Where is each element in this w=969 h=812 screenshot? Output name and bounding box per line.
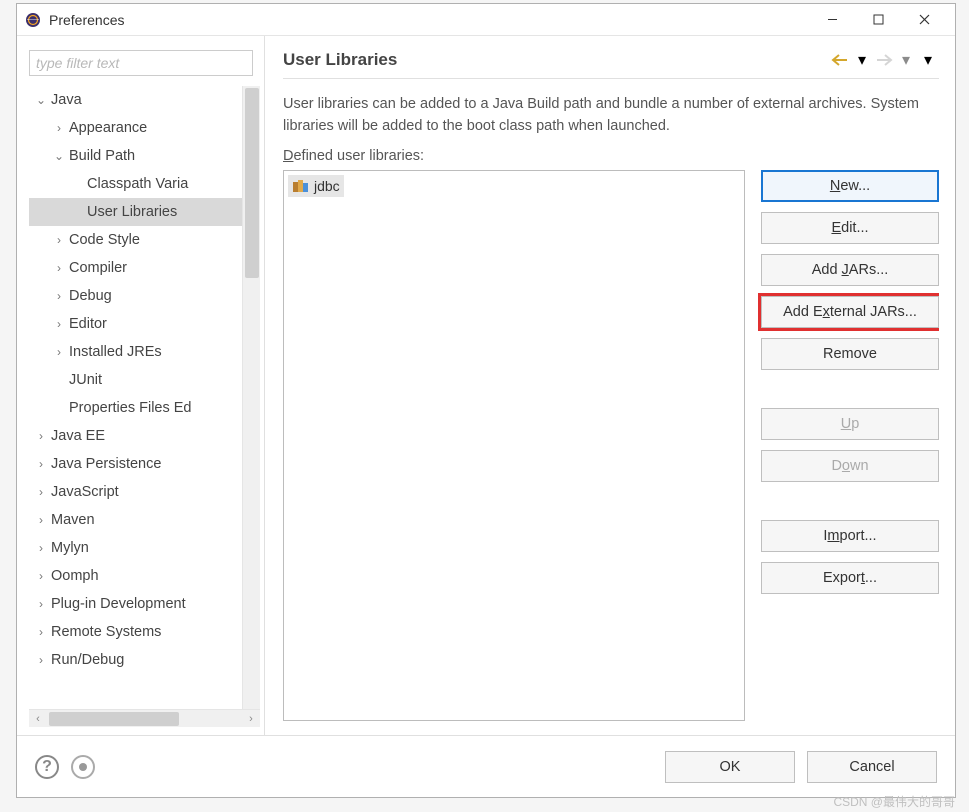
library-icon <box>292 178 310 194</box>
chevron-right-icon: › <box>33 597 49 611</box>
remove-button[interactable]: Remove <box>761 338 939 370</box>
content-panel: User Libraries ▾ ▾ ▾ User libraries can … <box>265 36 955 735</box>
chevron-down-icon: ⌄ <box>51 149 67 163</box>
scroll-left-icon[interactable]: ‹ <box>29 713 47 725</box>
ok-button[interactable]: OK <box>665 751 795 783</box>
tree-item-debug[interactable]: ›Debug <box>29 282 242 310</box>
tree-vertical-scrollbar[interactable] <box>242 86 260 709</box>
new-button[interactable]: NNew...ew... <box>761 170 939 202</box>
nav-forward-button[interactable] <box>873 50 895 70</box>
chevron-right-icon: › <box>51 317 67 331</box>
dialog-footer: ? OK Cancel <box>17 735 955 797</box>
cancel-button[interactable]: Cancel <box>807 751 937 783</box>
preference-tree[interactable]: ⌄Java ›Appearance ⌄Build Path Classpath … <box>29 86 242 709</box>
tree-item-junit[interactable]: JUnit <box>29 366 242 394</box>
chevron-right-icon: › <box>33 429 49 443</box>
titlebar: Preferences <box>17 4 955 36</box>
eclipse-icon <box>25 12 41 28</box>
page-description: User libraries can be added to a Java Bu… <box>283 93 939 138</box>
chevron-right-icon: › <box>33 513 49 527</box>
nav-back-dropdown[interactable]: ▾ <box>851 50 873 70</box>
tree-item-maven[interactable]: ›Maven <box>29 506 242 534</box>
chevron-down-icon: ⌄ <box>33 93 49 107</box>
user-libraries-list[interactable]: jdbc <box>283 170 745 721</box>
tree-item-compiler[interactable]: ›Compiler <box>29 254 242 282</box>
page-header: User Libraries ▾ ▾ ▾ <box>283 50 939 79</box>
tree-item-mylyn[interactable]: ›Mylyn <box>29 534 242 562</box>
tree-item-build-path[interactable]: ⌄Build Path <box>29 142 242 170</box>
chevron-right-icon: › <box>51 289 67 303</box>
export-button[interactable]: Export...Export... <box>761 562 939 594</box>
tree-item-run-debug[interactable]: ›Run/Debug <box>29 646 242 674</box>
tree-item-classpath-variables[interactable]: Classpath Varia <box>29 170 242 198</box>
defined-libraries-label: Defined user libraries: <box>283 148 939 164</box>
chevron-right-icon: › <box>51 345 67 359</box>
chevron-right-icon: › <box>33 485 49 499</box>
help-button[interactable]: ? <box>35 755 59 779</box>
chevron-right-icon: › <box>33 457 49 471</box>
list-item[interactable]: jdbc <box>288 175 344 197</box>
import-button[interactable]: Import...Import... <box>761 520 939 552</box>
page-title: User Libraries <box>283 50 829 70</box>
add-jars-button[interactable]: Add JARs...Add JARs... <box>761 254 939 286</box>
chevron-right-icon: › <box>51 261 67 275</box>
tree-item-user-libraries[interactable]: User Libraries <box>29 198 242 226</box>
watermark: CSDN @最伟大的哥哥 <box>833 793 955 810</box>
tree-item-oomph[interactable]: ›Oomph <box>29 562 242 590</box>
dialog-body: ⌄Java ›Appearance ⌄Build Path Classpath … <box>17 36 955 735</box>
tree-item-javascript[interactable]: ›JavaScript <box>29 478 242 506</box>
tree-item-installed-jres[interactable]: ›Installed JREs <box>29 338 242 366</box>
preferences-dialog: Preferences ⌄Java ›Appearance ⌄Build Pat… <box>16 3 956 798</box>
nav-forward-dropdown[interactable]: ▾ <box>895 50 917 70</box>
chevron-right-icon: › <box>33 541 49 555</box>
minimize-button[interactable] <box>809 5 855 35</box>
tree-item-java[interactable]: ⌄Java <box>29 86 242 114</box>
action-buttons: NNew...ew... Edit...Edit... Add JARs...A… <box>761 170 939 721</box>
scroll-right-icon[interactable]: › <box>242 713 260 725</box>
tree-item-plugin-development[interactable]: ›Plug-in Development <box>29 590 242 618</box>
tree-item-code-style[interactable]: ›Code Style <box>29 226 242 254</box>
chevron-right-icon: › <box>51 233 67 247</box>
chevron-right-icon: › <box>33 653 49 667</box>
add-external-jars-button[interactable]: Add External JARs...Add External JARs... <box>761 296 939 328</box>
tree-horizontal-scrollbar[interactable]: ‹ › <box>29 709 260 727</box>
chevron-right-icon: › <box>33 625 49 639</box>
window-title: Preferences <box>49 12 809 28</box>
library-name: jdbc <box>314 178 340 194</box>
down-button: DownDown <box>761 450 939 482</box>
maximize-button[interactable] <box>855 5 901 35</box>
tree-item-remote-systems[interactable]: ›Remote Systems <box>29 618 242 646</box>
tree-item-java-persistence[interactable]: ›Java Persistence <box>29 450 242 478</box>
up-button: UpUp <box>761 408 939 440</box>
chevron-right-icon: › <box>51 121 67 135</box>
close-button[interactable] <box>901 5 947 35</box>
view-menu-button[interactable]: ▾ <box>917 50 939 70</box>
tree-item-editor[interactable]: ›Editor <box>29 310 242 338</box>
nav-back-button[interactable] <box>829 50 851 70</box>
navigation-panel: ⌄Java ›Appearance ⌄Build Path Classpath … <box>17 36 265 735</box>
chevron-right-icon: › <box>33 569 49 583</box>
progress-indicator-icon <box>71 755 95 779</box>
tree-item-properties-files-editor[interactable]: Properties Files Ed <box>29 394 242 422</box>
filter-input[interactable] <box>29 50 253 76</box>
tree-item-appearance[interactable]: ›Appearance <box>29 114 242 142</box>
tree-item-java-ee[interactable]: ›Java EE <box>29 422 242 450</box>
edit-button[interactable]: Edit...Edit... <box>761 212 939 244</box>
